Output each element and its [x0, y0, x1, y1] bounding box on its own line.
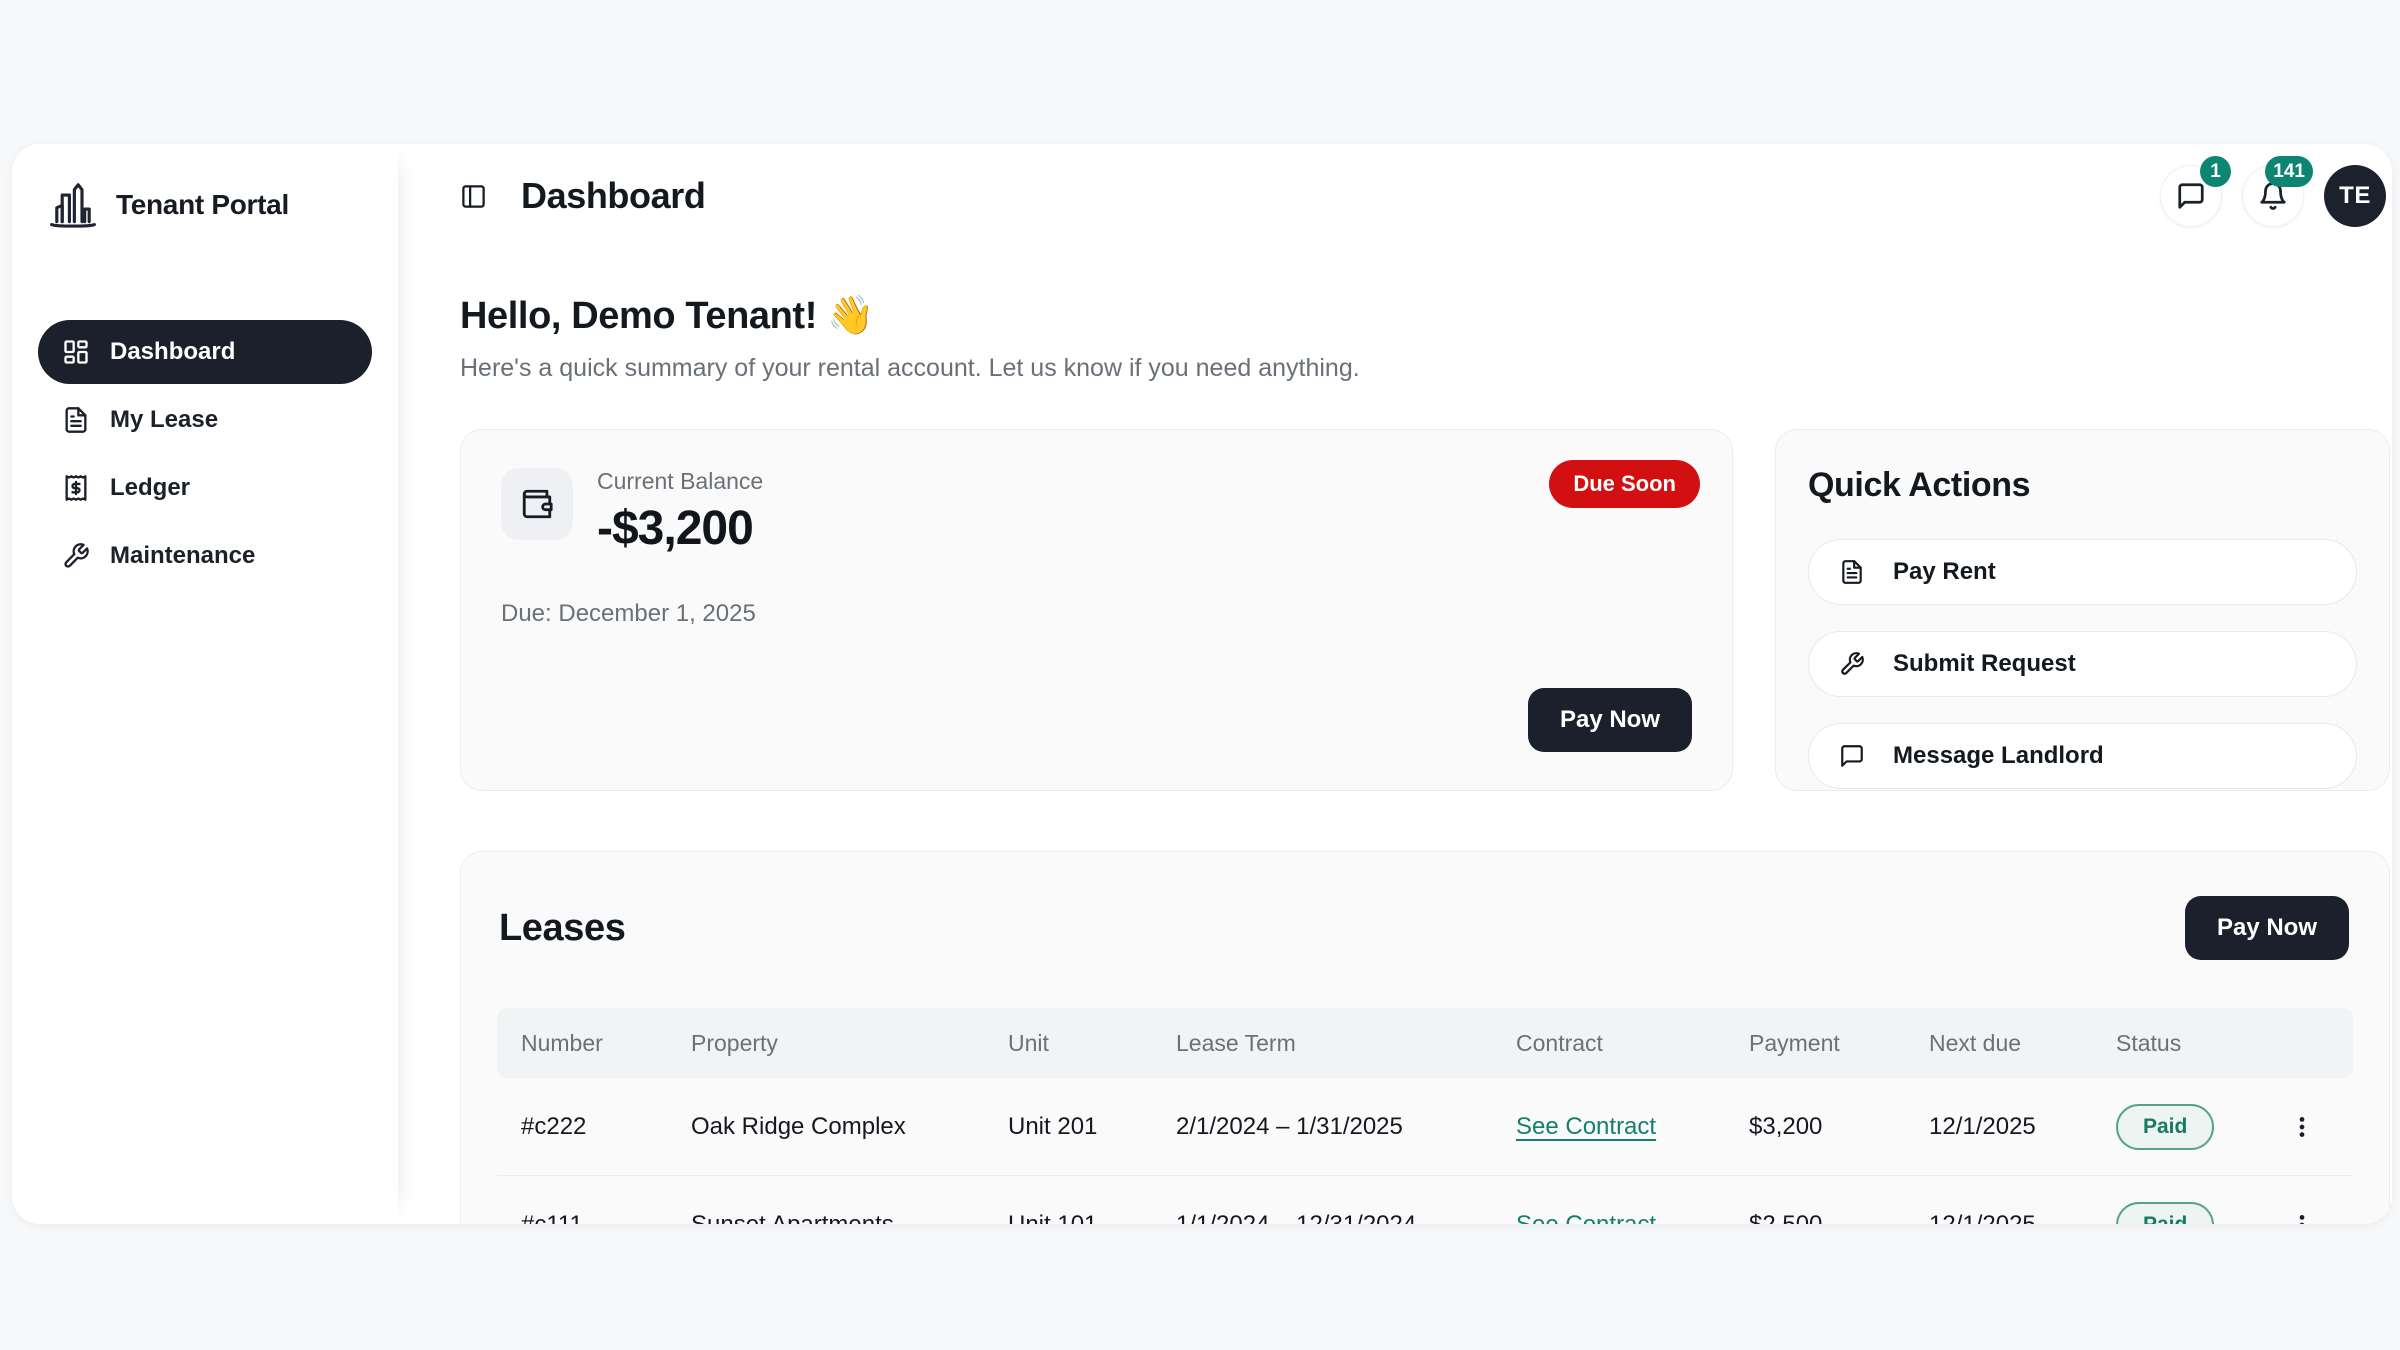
pay-rent-button[interactable]: Pay Rent [1808, 539, 2357, 605]
dashboard-grid-icon [62, 338, 90, 366]
sidebar: Tenant Portal Dashboard [12, 144, 398, 1224]
logo: Tenant Portal [38, 170, 372, 232]
column-next-due: Next due [1929, 1030, 2116, 1057]
unit-cell: Unit 101 [1008, 1211, 1176, 1225]
column-status: Status [2116, 1030, 2271, 1057]
balance-amount: -$3,200 [597, 501, 763, 556]
status-badge: Paid [2116, 1202, 2214, 1225]
sidebar-item-label: Ledger [110, 474, 190, 502]
greeting: Hello, Demo Tenant! 👋 Here's a quick sum… [460, 294, 2390, 383]
lease-number-cell: #c111 [521, 1211, 691, 1225]
quick-actions-card: Quick Actions Pay Rent [1775, 429, 2390, 791]
sidebar-nav: Dashboard My Lease [38, 320, 372, 588]
submit-request-label: Submit Request [1893, 650, 2076, 678]
summary-row: Current Balance -$3,200 Due Soon Due: De… [460, 429, 2390, 791]
quick-actions-list: Pay Rent Submit Request [1808, 539, 2357, 789]
avatar[interactable]: TE [2324, 165, 2386, 227]
file-text-icon [62, 406, 90, 434]
messages-count-badge: 1 [2200, 156, 2231, 187]
main-content: Dashboard 1 141 [398, 144, 2392, 1224]
column-payment: Payment [1749, 1030, 1929, 1057]
quick-actions-title: Quick Actions [1808, 466, 2357, 505]
leases-header: Leases Pay Now [497, 890, 2353, 960]
app-window: Tenant Portal Dashboard [12, 144, 2392, 1224]
due-soon-badge: Due Soon [1549, 460, 1700, 508]
status-badge: Paid [2116, 1104, 2214, 1150]
app-title: Tenant Portal [116, 189, 289, 221]
balance-top: Current Balance -$3,200 [501, 468, 1692, 556]
property-cell: Sunset Apartments [691, 1211, 1008, 1225]
topbar: Dashboard 1 141 [460, 154, 2390, 238]
pay-now-button[interactable]: Pay Now [1528, 688, 1692, 752]
message-landlord-button[interactable]: Message Landlord [1808, 723, 2357, 789]
wrench-icon [1839, 651, 1865, 677]
property-cell: Oak Ridge Complex [691, 1113, 1008, 1141]
submit-request-button[interactable]: Submit Request [1808, 631, 2357, 697]
leases-title: Leases [499, 907, 625, 950]
sidebar-item-my-lease[interactable]: My Lease [38, 388, 372, 452]
notifications-count-badge: 141 [2265, 156, 2313, 187]
receipt-dollar-icon [62, 474, 90, 502]
table-row: #c111 Sunset Apartments Unit 101 1/1/202… [497, 1176, 2353, 1224]
sidebar-item-label: Maintenance [110, 542, 255, 570]
buildings-logo-icon [46, 178, 100, 232]
column-contract: Contract [1516, 1030, 1749, 1057]
file-text-icon [1839, 559, 1865, 585]
message-icon [2176, 181, 2206, 211]
greeting-subtitle: Here's a quick summary of your rental ac… [460, 354, 2390, 383]
lease-term-cell: 2/1/2024 – 1/31/2025 [1176, 1113, 1516, 1141]
due-date-text: Due: December 1, 2025 [501, 600, 1692, 628]
column-unit: Unit [1008, 1030, 1176, 1057]
sidebar-item-label: Dashboard [110, 338, 235, 366]
lease-term-cell: 1/1/2024 – 12/31/2024 [1176, 1211, 1516, 1225]
sidebar-toggle-icon[interactable] [460, 183, 487, 210]
see-contract-link[interactable]: See Contract [1516, 1211, 1656, 1225]
sidebar-item-ledger[interactable]: Ledger [38, 456, 372, 520]
next-due-cell: 12/1/2025 [1929, 1211, 2116, 1225]
leases-pay-now-button[interactable]: Pay Now [2185, 896, 2349, 960]
leases-table: Number Property Unit Lease Term Contract… [497, 1008, 2353, 1224]
leases-table-header: Number Property Unit Lease Term Contract… [497, 1008, 2353, 1078]
see-contract-link[interactable]: See Contract [1516, 1113, 1656, 1140]
page-title: Dashboard [521, 175, 705, 217]
greeting-title: Hello, Demo Tenant! 👋 [460, 294, 2390, 338]
next-due-cell: 12/1/2025 [1929, 1113, 2116, 1141]
column-number: Number [521, 1030, 691, 1057]
sidebar-item-maintenance[interactable]: Maintenance [38, 524, 372, 588]
balance-card: Current Balance -$3,200 Due Soon Due: De… [460, 429, 1733, 791]
wrench-icon [62, 542, 90, 570]
leases-card: Leases Pay Now Number Property Unit Leas… [460, 851, 2390, 1224]
column-property: Property [691, 1030, 1008, 1057]
row-menu-icon[interactable] [2281, 1106, 2323, 1148]
payment-cell: $2,500 [1749, 1211, 1929, 1225]
wallet-icon [501, 468, 573, 540]
topbar-actions: 1 141 TE [2160, 165, 2386, 227]
pay-rent-label: Pay Rent [1893, 558, 1996, 586]
unit-cell: Unit 201 [1008, 1113, 1176, 1141]
column-lease-term: Lease Term [1176, 1030, 1516, 1057]
notifications-button[interactable]: 141 [2242, 165, 2304, 227]
messages-button[interactable]: 1 [2160, 165, 2222, 227]
payment-cell: $3,200 [1749, 1113, 1929, 1141]
lease-number-cell: #c222 [521, 1113, 691, 1141]
row-menu-icon[interactable] [2281, 1204, 2323, 1225]
balance-label: Current Balance [597, 468, 763, 495]
message-icon [1839, 743, 1865, 769]
message-landlord-label: Message Landlord [1893, 742, 2104, 770]
sidebar-item-label: My Lease [110, 406, 218, 434]
balance-texts: Current Balance -$3,200 [597, 468, 763, 556]
sidebar-item-dashboard[interactable]: Dashboard [38, 320, 372, 384]
table-row: #c222 Oak Ridge Complex Unit 201 2/1/202… [497, 1078, 2353, 1176]
